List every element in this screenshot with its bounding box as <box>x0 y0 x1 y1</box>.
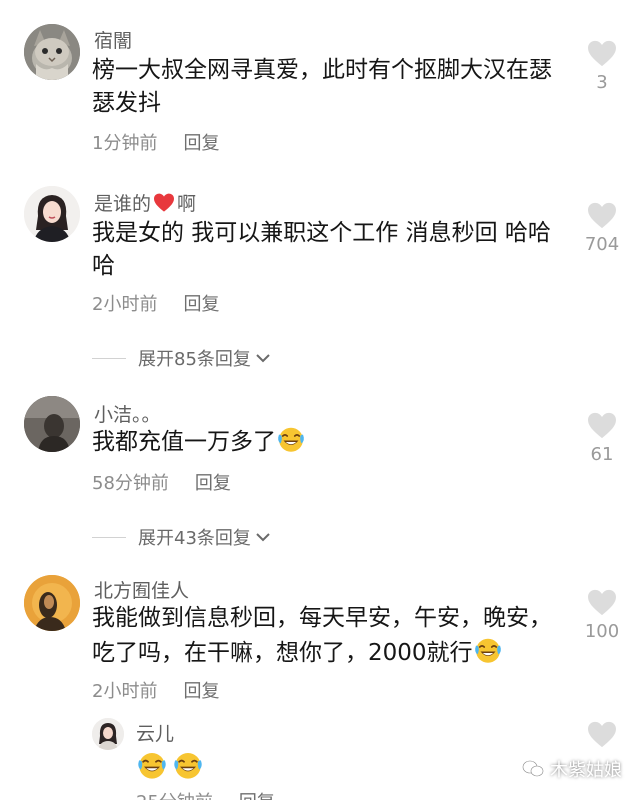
cat-avatar-icon <box>24 24 80 80</box>
reply-username[interactable]: 云儿 <box>136 719 174 746</box>
crying-laughing-emoji-icon <box>172 749 204 781</box>
avatar[interactable] <box>24 575 80 631</box>
reply-meta: 25分钟前 回复 <box>136 788 275 800</box>
reply-button[interactable]: 回复 <box>183 133 219 154</box>
reply-button[interactable]: 回复 <box>239 792 275 800</box>
comment-time: 58分钟前 <box>92 473 169 494</box>
like-button[interactable]: 61 <box>576 412 628 465</box>
comment-text: 我是女的 我可以兼职这个工作 消息秒回 哈哈哈 <box>92 220 551 279</box>
comment-item: 宿闇 榜一大叔全网寻真爱，此时有个抠脚大汉在瑟瑟发抖 1分钟前 回复 3 <box>0 0 640 170</box>
like-count: 704 <box>584 234 620 255</box>
comment-username[interactable]: 是谁的啊 <box>94 189 196 216</box>
reply-emojis <box>136 749 204 781</box>
comment-time: 1分钟前 <box>92 133 158 154</box>
comment-username[interactable]: 小洁。。 <box>94 400 161 427</box>
comment-meta: 58分钟前 回复 <box>92 469 231 495</box>
comment-meta: 2小时前 回复 <box>92 290 219 316</box>
reply-button[interactable]: 回复 <box>195 473 231 494</box>
expand-replies-label: 展开43条回复 <box>138 528 251 549</box>
like-button[interactable] <box>576 721 628 749</box>
comment-meta: 2小时前 回复 <box>92 677 219 703</box>
expand-replies-button[interactable]: 展开85条回复 <box>92 345 271 371</box>
expand-replies-button[interactable]: 展开43条回复 <box>92 524 271 550</box>
heart-icon <box>587 589 617 617</box>
girl-avatar-icon <box>92 718 124 750</box>
crying-laughing-emoji-icon <box>473 635 503 665</box>
comment-item: 小洁。。 我都充值一万多了 58分钟前 回复 61 <box>0 385 640 510</box>
divider-line <box>92 536 126 538</box>
comment-meta: 1分钟前 回复 <box>92 129 219 155</box>
heart-icon <box>587 202 617 230</box>
comment-time: 2小时前 <box>92 681 158 702</box>
chevron-down-icon <box>256 354 270 363</box>
heart-icon <box>587 721 617 749</box>
heart-icon <box>587 40 617 68</box>
comment-time: 2小时前 <box>92 294 158 315</box>
reply-button[interactable]: 回复 <box>183 294 219 315</box>
woman-avatar-icon <box>24 186 80 242</box>
avatar[interactable] <box>24 24 80 80</box>
like-button[interactable]: 100 <box>576 589 628 642</box>
wechat-icon <box>522 760 544 777</box>
reply-time: 25分钟前 <box>136 792 213 800</box>
like-button[interactable]: 704 <box>576 202 628 255</box>
comment-text: 榜一大叔全网寻真爱，此时有个抠脚大汉在瑟瑟发抖 <box>92 57 552 116</box>
like-button[interactable]: 3 <box>576 40 628 93</box>
avatar[interactable] <box>24 396 80 452</box>
reply-button[interactable]: 回复 <box>183 681 219 702</box>
red-heart-icon <box>153 193 175 213</box>
divider-line <box>92 357 126 359</box>
comment-item: 北方囿佳人 我能做到信息秒回，每天早安，午安，晚安，吃了吗，在干嘛，想你了，20… <box>0 565 640 715</box>
crying-laughing-emoji-icon <box>276 424 306 454</box>
comment-username[interactable]: 宿闇 <box>94 26 132 53</box>
orange-avatar-icon <box>24 575 80 631</box>
like-count: 100 <box>584 621 620 642</box>
comment-text: 我能做到信息秒回，每天早安，午安，晚安，吃了吗，在干嘛，想你了，2000就行 <box>92 605 552 666</box>
avatar[interactable] <box>24 186 80 242</box>
like-count: 61 <box>590 444 614 465</box>
comment-username[interactable]: 北方囿佳人 <box>94 576 189 603</box>
comment-text: 我都充值一万多了 <box>92 424 572 459</box>
chevron-down-icon <box>256 533 270 542</box>
dark-avatar-icon <box>24 396 80 452</box>
watermark-text: 木紫姑娘 <box>550 760 622 781</box>
avatar[interactable] <box>92 718 124 750</box>
like-count: 3 <box>596 72 608 93</box>
watermark: 木紫姑娘 <box>522 756 622 782</box>
crying-laughing-emoji-icon <box>136 749 168 781</box>
heart-icon <box>587 412 617 440</box>
comment-item: 是谁的啊 我是女的 我可以兼职这个工作 消息秒回 哈哈哈 2小时前 回复 704 <box>0 170 640 330</box>
expand-replies-label: 展开85条回复 <box>138 349 251 370</box>
